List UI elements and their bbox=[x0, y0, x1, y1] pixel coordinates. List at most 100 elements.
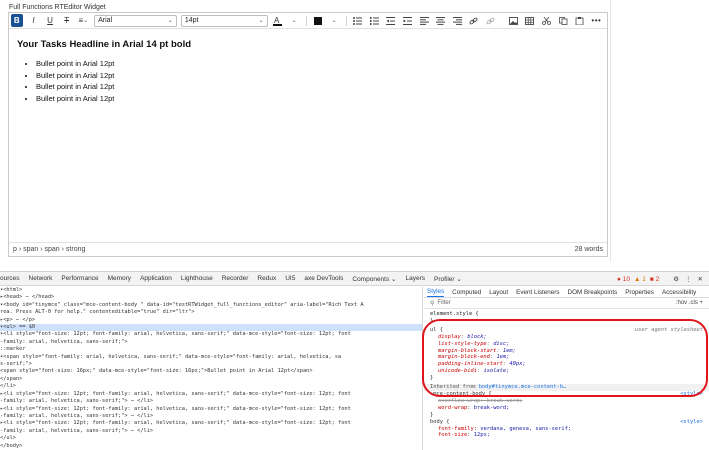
more-button[interactable]: ••• bbox=[591, 14, 603, 27]
align-left-button[interactable] bbox=[418, 14, 430, 27]
dom-node-line[interactable]: ▾<span style="font-family: arial, helvet… bbox=[0, 354, 422, 361]
more-vertical-icon[interactable]: ⋮ bbox=[685, 275, 692, 283]
filter-icon: ⚲ bbox=[430, 300, 435, 307]
toolbar-separator bbox=[305, 15, 307, 26]
tab-profiler[interactable]: Profiler ⌄ bbox=[434, 275, 462, 283]
tab-layers[interactable]: Layers bbox=[405, 275, 425, 282]
tab-performance[interactable]: Performance bbox=[61, 275, 98, 282]
bold-button[interactable]: B bbox=[11, 14, 23, 27]
numbered-list-button[interactable] bbox=[368, 14, 380, 27]
tab-computed[interactable]: Computed bbox=[452, 289, 481, 296]
styles-filter-controls[interactable]: :hov .cls + bbox=[676, 300, 703, 306]
chevron-down-icon: ⌄ bbox=[258, 18, 264, 24]
tab-redux[interactable]: Redux bbox=[257, 275, 276, 282]
link-button[interactable] bbox=[468, 14, 480, 27]
chevron-down-icon[interactable]: ⌄ bbox=[328, 14, 340, 27]
dom-node-line[interactable]: ▸<head> ⋯ </head> bbox=[0, 294, 422, 301]
tab-recorder[interactable]: Recorder bbox=[222, 275, 249, 282]
copy-button[interactable] bbox=[557, 14, 569, 27]
dom-node-line[interactable]: s-serif;"> bbox=[0, 361, 422, 368]
svg-text:A: A bbox=[274, 16, 280, 25]
elements-tree: ▾<html> ▸<head> ⋯ </head> ▾<body id="tin… bbox=[0, 287, 423, 450]
chevron-down-icon[interactable]: ⌄ bbox=[288, 14, 300, 27]
dom-node-line[interactable]: rea. Press ALT-0 for help." contentedita… bbox=[0, 309, 422, 316]
styles-tabbar: Styles Computed Layout Event Listeners D… bbox=[424, 287, 709, 298]
tab-components[interactable]: Components ⌄ bbox=[352, 275, 396, 283]
dom-node-line[interactable]: ▾<li style="font-size: 12pt; font-family… bbox=[0, 331, 422, 338]
page-divider bbox=[610, 0, 611, 262]
font-size-select[interactable]: 14pt ⌄ bbox=[180, 14, 268, 27]
tab-sources[interactable]: ources bbox=[0, 275, 20, 282]
rule-source[interactable]: <style> bbox=[680, 419, 703, 426]
rule-declaration: font-family: verdana, geneva, sans-serif… bbox=[438, 425, 572, 432]
dom-node-line[interactable]: </span> bbox=[0, 376, 422, 383]
dom-node-line[interactable]: ▾<body id="tinymce" class="mce-content-b… bbox=[0, 302, 422, 309]
dom-node-line-selected[interactable]: ▾<ul> == $0 bbox=[0, 324, 422, 332]
dom-node-line[interactable]: -family: arial, helvetica, sans-serif;">… bbox=[0, 413, 422, 420]
background-color-button[interactable] bbox=[312, 14, 324, 27]
tab-ui5[interactable]: UI5 bbox=[285, 275, 295, 282]
strikethrough-button[interactable]: T bbox=[61, 14, 73, 27]
tab-styles[interactable]: Styles bbox=[427, 288, 445, 297]
dom-node-line[interactable]: </li> bbox=[0, 383, 422, 390]
align-button[interactable]: ≡ ⌄ bbox=[78, 14, 90, 27]
tab-memory[interactable]: Memory bbox=[108, 275, 131, 282]
dom-node-line[interactable]: ▸<li style="font-size: 12pt; font-family… bbox=[0, 420, 422, 427]
align-center-button[interactable] bbox=[435, 14, 447, 27]
indent-button[interactable] bbox=[402, 14, 414, 27]
underline-button[interactable]: U bbox=[44, 14, 56, 27]
tab-lighthouse[interactable]: Lighthouse bbox=[181, 275, 213, 282]
annotation-highlight-oval bbox=[422, 319, 708, 397]
issue-count[interactable]: ■ 2 bbox=[650, 276, 659, 283]
dom-node-line[interactable]: -family: arial, helvetica, sans-serif;">… bbox=[0, 398, 422, 405]
dom-node-line[interactable]: ▸<p> ⋯ </p> bbox=[0, 317, 422, 324]
dom-node-line[interactable]: <span style="font-size: 16px;" data-mce-… bbox=[0, 368, 422, 375]
bullet-list-button[interactable] bbox=[352, 14, 364, 27]
tab-network[interactable]: Network bbox=[29, 275, 53, 282]
dom-node-line[interactable]: ▸<li style="font-size: 12pt; font-family… bbox=[0, 391, 422, 398]
align-right-button[interactable] bbox=[452, 14, 464, 27]
gear-icon[interactable]: ⚙ bbox=[673, 275, 679, 283]
dom-node-line[interactable]: </ul> bbox=[0, 435, 422, 442]
image-button[interactable] bbox=[507, 14, 519, 27]
styles-filter-input[interactable]: Filter bbox=[437, 300, 450, 306]
dom-node-line[interactable]: -family: arial, helvetica, sans-serif;"> bbox=[0, 339, 422, 346]
tab-event-listeners[interactable]: Event Listeners bbox=[516, 289, 559, 296]
dom-node-line[interactable]: ::marker bbox=[0, 346, 422, 353]
element-path[interactable]: p › span › span › strong bbox=[13, 246, 85, 253]
table-button[interactable] bbox=[524, 14, 536, 27]
styles-filter-bar: ⚲ Filter :hov .cls + bbox=[424, 298, 709, 309]
widget-title: Full Functions RTEditor Widget bbox=[9, 4, 106, 11]
cut-button[interactable] bbox=[541, 14, 553, 27]
dom-node-line[interactable]: ▸<li style="font-size: 12pt; font-family… bbox=[0, 406, 422, 413]
bullet-list-icon bbox=[353, 16, 363, 25]
text-color-button[interactable]: A bbox=[272, 14, 284, 27]
paste-button[interactable] bbox=[574, 14, 586, 27]
warning-count[interactable]: ▲ 1 bbox=[634, 276, 646, 283]
unlink-button[interactable] bbox=[485, 14, 497, 27]
align-right-icon bbox=[452, 16, 462, 25]
italic-button[interactable]: I bbox=[28, 14, 40, 27]
tab-dom-breakpoints[interactable]: DOM Breakpoints bbox=[568, 289, 618, 296]
tab-layout[interactable]: Layout bbox=[489, 289, 508, 296]
dom-node-line[interactable]: -family: arial, helvetica, sans-serif;">… bbox=[0, 428, 422, 435]
outdent-button[interactable] bbox=[385, 14, 397, 27]
body-rule: body { <style> font-family: verdana, gen… bbox=[424, 419, 709, 440]
outdent-icon bbox=[386, 16, 396, 25]
tab-axe-devtools[interactable]: axe DevTools bbox=[304, 275, 343, 282]
list-item: Bullet point in Arial 12pt bbox=[36, 70, 587, 82]
tab-accessibility[interactable]: Accessibility bbox=[662, 289, 696, 296]
close-icon[interactable]: ✕ bbox=[698, 275, 703, 283]
rule-close: } bbox=[430, 411, 434, 418]
table-icon bbox=[525, 16, 535, 25]
error-count[interactable]: ● 10 bbox=[617, 276, 630, 283]
text-color-icon: A bbox=[272, 16, 282, 26]
rule-selector[interactable]: body { bbox=[430, 419, 449, 426]
content-headline: Your Tasks Headline in Arial 14 pt bold bbox=[17, 39, 192, 50]
tab-properties[interactable]: Properties bbox=[625, 289, 654, 296]
editor-content[interactable]: Your Tasks Headline in Arial 14 pt bold … bbox=[17, 39, 587, 104]
dom-node-line[interactable]: ▾<html> bbox=[0, 287, 422, 294]
tab-application[interactable]: Application bbox=[140, 275, 172, 282]
rule-selector[interactable]: element.style { bbox=[430, 311, 709, 318]
font-family-select[interactable]: Arial ⌄ bbox=[94, 14, 177, 27]
